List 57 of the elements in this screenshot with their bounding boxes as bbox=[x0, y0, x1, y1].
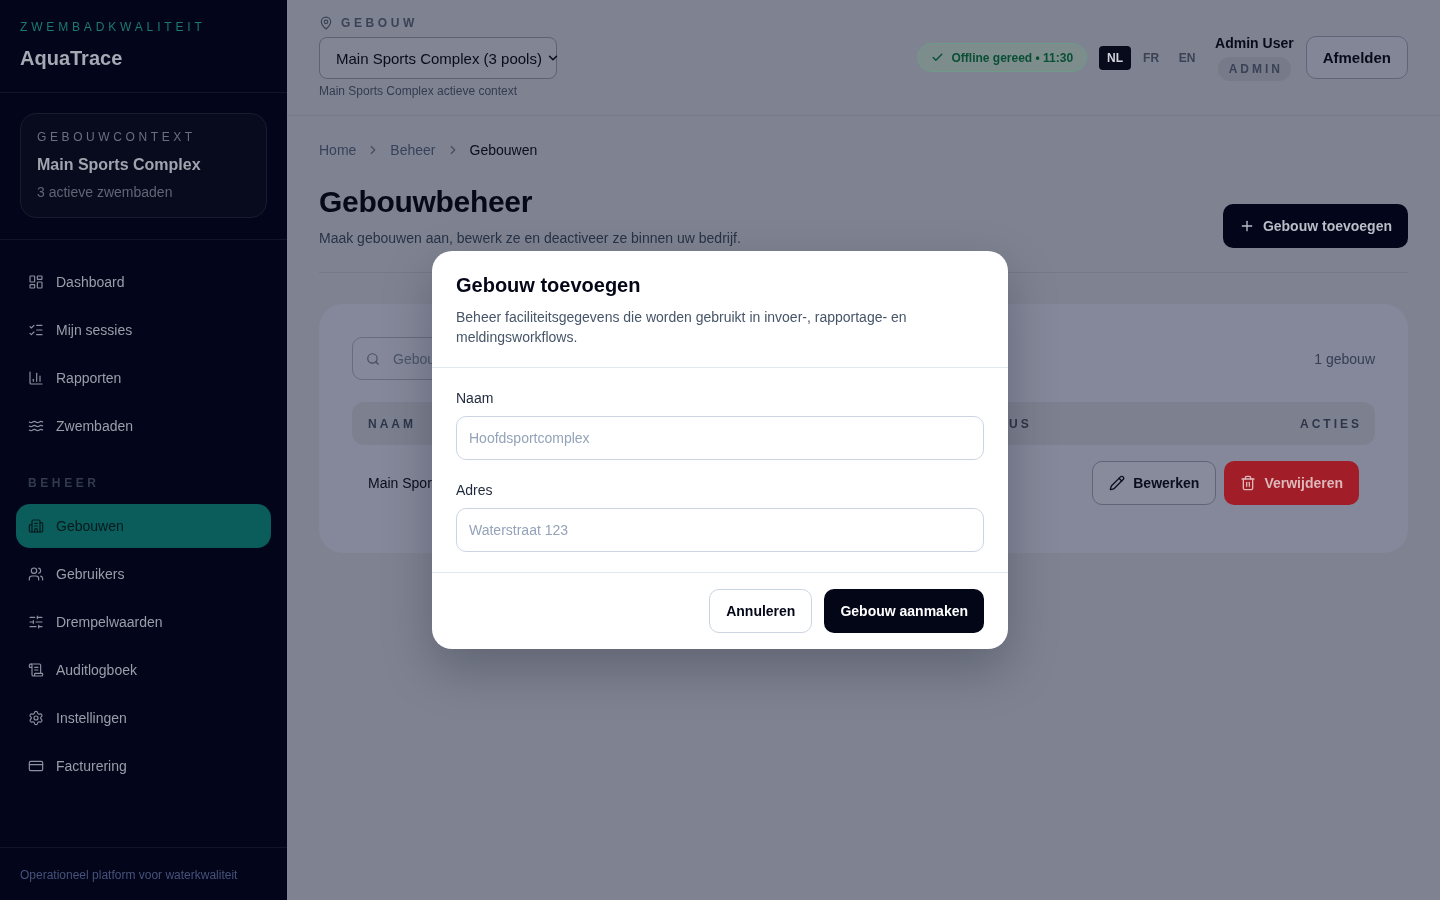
app-name: AquaTrace bbox=[20, 46, 123, 70]
search-icon bbox=[366, 351, 380, 366]
footer-text: Operationeel platform voor waterkwaliteit bbox=[20, 868, 238, 882]
add-building-button[interactable]: Gebouw toevoegen bbox=[1222, 204, 1408, 248]
bar-chart-icon bbox=[28, 370, 44, 386]
cancel-button[interactable]: Annuleren bbox=[709, 589, 813, 633]
settings-icon bbox=[28, 710, 44, 726]
role-badge: ADMIN bbox=[1217, 57, 1292, 81]
page-title: Gebouwbeheer bbox=[319, 184, 533, 220]
building-select[interactable]: Main Sports Complex (3 pools) bbox=[319, 37, 557, 79]
building-count: 1 gebouw bbox=[1314, 349, 1375, 369]
table-cell: Main Spor bbox=[368, 475, 432, 491]
dashboard-icon bbox=[28, 274, 44, 290]
context-building-name: Main Sports Complex bbox=[37, 155, 201, 175]
sliders-icon bbox=[28, 614, 44, 630]
brand-tagline: ZWEMBADKWALITEIT bbox=[20, 20, 206, 34]
nav-item[interactable]: Dashboard bbox=[16, 260, 271, 304]
create-button[interactable]: Gebouw aanmaken bbox=[824, 589, 984, 633]
users-icon bbox=[28, 566, 44, 582]
input-field[interactable]: Waterstraat 123 bbox=[456, 508, 984, 552]
picker-hint: Main Sports Complex actieve context bbox=[319, 83, 518, 99]
trash-icon bbox=[1240, 475, 1257, 491]
input-field[interactable]: Hoofdsportcomplex bbox=[456, 416, 984, 460]
nav-item[interactable]: Auditlogboek bbox=[16, 648, 271, 692]
nav-item[interactable]: Facturering bbox=[16, 744, 271, 788]
context-label: GEBOUWCONTEXT bbox=[37, 130, 196, 144]
nav-item[interactable]: Gebruikers bbox=[16, 552, 271, 596]
checklist-icon bbox=[28, 322, 44, 338]
field-label: Adres bbox=[456, 481, 493, 500]
logout-button[interactable]: Afmelden bbox=[1305, 36, 1408, 79]
picker-label: GEBOUW bbox=[341, 16, 418, 30]
delete-button[interactable]: Verwijderen bbox=[1224, 461, 1359, 505]
language-option[interactable]: NL bbox=[1099, 45, 1132, 70]
nav-item[interactable]: Mijn sessies bbox=[16, 308, 271, 352]
edit-button[interactable]: Bewerken bbox=[1092, 461, 1217, 505]
nav-item[interactable]: Rapporten bbox=[16, 356, 271, 400]
field-label: Naam bbox=[456, 389, 494, 408]
credit-card-icon bbox=[28, 758, 44, 774]
scroll-icon bbox=[28, 662, 44, 678]
column-header: ACTIES bbox=[1299, 416, 1363, 431]
waves-icon bbox=[28, 418, 44, 434]
column-header: NAAM bbox=[367, 416, 417, 431]
pencil-icon bbox=[1109, 475, 1126, 491]
building-icon bbox=[28, 518, 44, 534]
context-subtitle: 3 actieve zwembaden bbox=[37, 183, 173, 201]
dialog-description: Beheer faciliteitsgegevens die worden gebruikt in invoer-, rapportage- en meldingsworkflows. bbox=[456, 308, 908, 347]
breadcrumb-current: Gebouwen bbox=[469, 141, 538, 160]
nav-item[interactable]: Zwembaden bbox=[16, 404, 271, 448]
sync-status-text: Offline gereed • 11:30 bbox=[951, 50, 1074, 65]
user-name: Admin User bbox=[1215, 34, 1294, 52]
nav-item[interactable]: Instellingen bbox=[16, 696, 271, 740]
column-header: US bbox=[1008, 416, 1033, 431]
map-pin-icon bbox=[319, 16, 333, 30]
page-subtitle: Maak gebouwen aan, bewerk ze en deactiveer ze binnen uw bedrijf. bbox=[319, 229, 741, 248]
dialog-title: Gebouw toevoegen bbox=[456, 273, 642, 298]
check-icon bbox=[931, 51, 945, 64]
nav-item[interactable]: Drempelwaarden bbox=[16, 600, 271, 644]
